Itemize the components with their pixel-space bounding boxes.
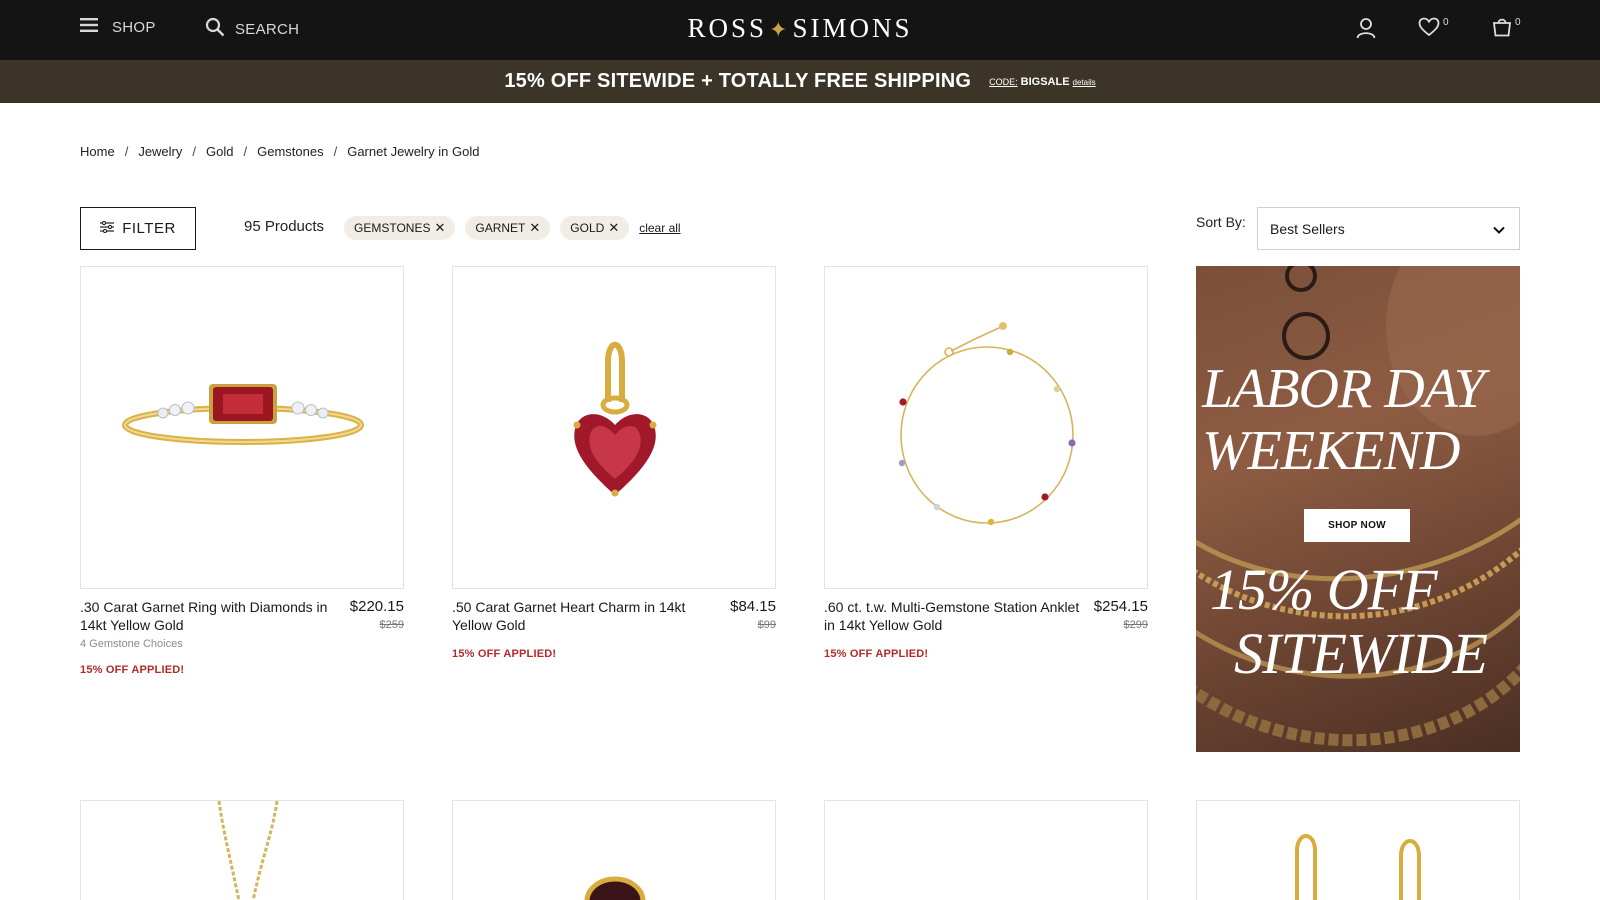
product-image-heart-charm[interactable] — [452, 266, 776, 589]
filter-chip-gemstones[interactable]: GEMSTONES ✕ — [344, 216, 456, 240]
discount-applied-label: 15% OFF APPLIED! — [452, 648, 557, 660]
breadcrumb-jewelry[interactable]: Jewelry — [138, 144, 182, 159]
account-button[interactable] — [1356, 17, 1376, 42]
close-icon[interactable]: ✕ — [608, 220, 619, 236]
sort-dropdown[interactable]: Best Sellers — [1257, 207, 1520, 250]
shopping-bag-button[interactable]: 0 — [1492, 17, 1521, 40]
breadcrumb-current: Garnet Jewelry in Gold — [347, 144, 480, 159]
shop-now-button[interactable]: SHOP NOW — [1304, 509, 1410, 542]
wishlist-button[interactable]: 0 — [1418, 17, 1449, 40]
product-image-chain-necklace[interactable] — [80, 800, 404, 900]
logo-star-icon: ✦ — [769, 17, 791, 42]
close-icon[interactable]: ✕ — [434, 220, 445, 236]
user-icon — [1356, 17, 1376, 42]
breadcrumb-separator: / — [124, 144, 129, 159]
product-count: 95 Products — [244, 218, 325, 235]
promo-code-label: CODE: — [989, 76, 1018, 87]
discount-applied-label: 15% OFF APPLIED! — [80, 664, 185, 676]
heart-icon — [1418, 17, 1440, 40]
product-image-oval-pendant[interactable] — [452, 800, 776, 900]
breadcrumb-separator: / — [243, 144, 248, 159]
promo-headline: 15% OFF SITEWIDE + TOTALLY FREE SHIPPING — [504, 70, 972, 92]
product-name[interactable]: .60 ct. t.w. Multi-Gemstone Station Ankl… — [824, 598, 1080, 634]
sort-label: Sort By: — [1196, 214, 1246, 230]
filter-label: FILTER — [122, 220, 176, 237]
banner-offer: 15% OFF SITEWIDE — [1210, 557, 1488, 686]
filter-button[interactable]: FILTER — [80, 207, 196, 250]
breadcrumb-separator: / — [333, 144, 338, 159]
breadcrumb-gemstones[interactable]: Gemstones — [257, 144, 323, 159]
product-name[interactable]: .50 Carat Garnet Heart Charm in 14kt Yel… — [452, 598, 708, 634]
banner-line-2: WEEKEND — [1202, 420, 1460, 482]
banner-line-4: SITEWIDE — [1234, 621, 1488, 686]
promo-details-link[interactable]: details — [1073, 78, 1096, 87]
product-image-hoop-earrings[interactable] — [1196, 800, 1520, 900]
promo-banner[interactable]: 15% OFF SITEWIDE + TOTALLY FREE SHIPPING… — [0, 60, 1600, 103]
logo-word-1: ROSS — [687, 13, 768, 43]
product-image-garnet-ring[interactable] — [80, 266, 404, 589]
banner-headline: LABOR DAY WEEKEND — [1202, 358, 1485, 482]
product-price: $84.15 — [730, 598, 776, 615]
breadcrumb-home[interactable]: Home — [80, 144, 115, 159]
product-image-station-anklet[interactable] — [824, 266, 1148, 589]
product-choices[interactable]: 4 Gemstone Choices — [80, 638, 183, 650]
product-original-price: $259 — [379, 619, 404, 631]
banner-line-1: LABOR DAY — [1202, 358, 1485, 420]
promo-code-value: BIGSALE — [1020, 75, 1070, 88]
breadcrumb-separator: / — [192, 144, 197, 159]
filter-chip-garnet[interactable]: GARNET ✕ — [465, 216, 551, 240]
chip-label: GEMSTONES — [354, 221, 431, 235]
close-icon[interactable]: ✕ — [529, 220, 540, 236]
product-original-price: $99 — [757, 619, 776, 631]
product-price: $254.15 — [1093, 598, 1148, 615]
product-price: $220.15 — [349, 598, 404, 615]
sliders-icon — [100, 220, 115, 237]
active-filters: GEMSTONES ✕ GARNET ✕ GOLD ✕ clear all — [344, 216, 681, 240]
breadcrumb-gold[interactable]: Gold — [206, 144, 233, 159]
wishlist-count: 0 — [1443, 17, 1449, 28]
breadcrumb: Home / Jewelry / Gold / Gemstones / Garn… — [80, 144, 479, 159]
banner-line-3: 15% OFF — [1210, 557, 1438, 622]
chip-label: GARNET — [475, 221, 526, 235]
sort-value: Best Sellers — [1270, 220, 1345, 237]
product-name[interactable]: .30 Carat Garnet Ring with Diamonds in 1… — [80, 598, 336, 634]
logo-word-2: SIMONS — [792, 13, 913, 43]
promo-code: CODE: BIGSALE details — [989, 76, 1096, 88]
bag-count: 0 — [1515, 17, 1521, 28]
product-original-price: $299 — [1123, 619, 1148, 631]
filter-chip-gold[interactable]: GOLD ✕ — [560, 216, 630, 240]
bag-icon — [1492, 17, 1512, 40]
top-header: SHOP SEARCH ROSS✦SIMONS 0 0 — [0, 0, 1600, 60]
chevron-down-icon — [1493, 221, 1505, 237]
labor-day-banner[interactable]: LABOR DAY WEEKEND SHOP NOW 15% OFF SITEW… — [1196, 266, 1520, 752]
clear-all-link[interactable]: clear all — [639, 221, 680, 235]
product-image-placeholder[interactable] — [824, 800, 1148, 900]
discount-applied-label: 15% OFF APPLIED! — [824, 648, 929, 660]
chip-label: GOLD — [570, 221, 605, 235]
